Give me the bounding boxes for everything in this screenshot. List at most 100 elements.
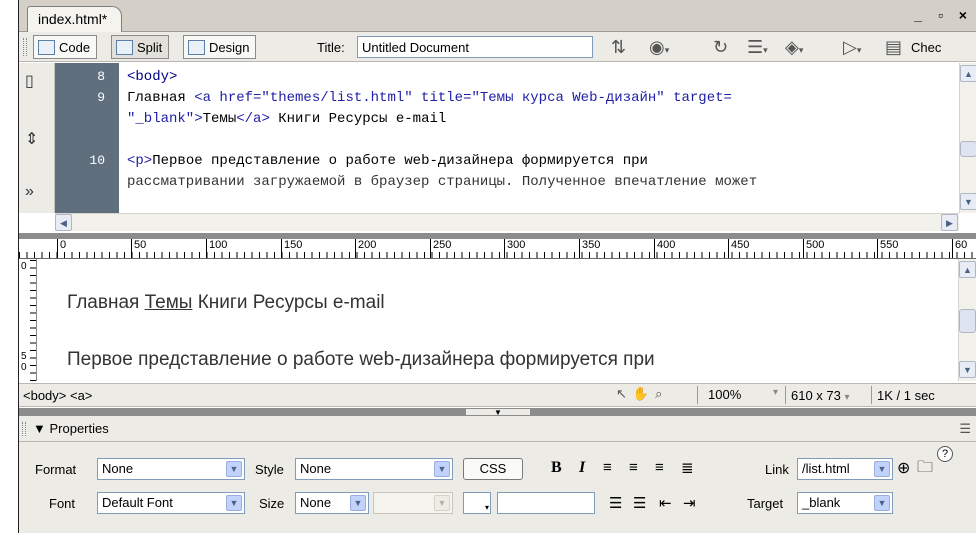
properties-panel: Format None ▼ Style None ▼ CSS B I ≡ ≡ ≡ ≣… <box>19 442 976 533</box>
paragraph-text: Первое представление о работе web-дизайн… <box>67 349 655 370</box>
design-view-pane[interactable]: Главная Темы Книги Ресурсы e-mail Первое… <box>37 259 957 381</box>
document-tab-label: index.html* <box>38 11 108 27</box>
italic-button[interactable]: I <box>579 459 585 477</box>
toolbar-grip[interactable] <box>23 38 27 56</box>
zoom-tool-icon[interactable]: ⌕ <box>655 386 662 402</box>
properties-header[interactable]: ▼ Properties ☰ <box>19 416 976 442</box>
view-options-icon[interactable]: ☰▾ <box>747 37 768 60</box>
panel-divider[interactable]: ▼ <box>19 408 976 417</box>
unordered-list-icon[interactable]: ☰ <box>609 494 622 512</box>
scroll-left-icon[interactable]: ◀ <box>55 214 72 231</box>
scroll-up-icon[interactable]: ▲ <box>959 261 976 278</box>
target-value: _blank <box>802 495 841 510</box>
code-line: рассматривании загружаемой в браузер стр… <box>127 174 758 190</box>
chevron-down-icon: ▾ <box>484 503 489 512</box>
chevron-down-icon: ▼ <box>874 461 890 477</box>
code-view-button[interactable]: Code <box>33 35 98 59</box>
preview-browser-icon[interactable]: ◉▾ <box>649 37 669 60</box>
tag-selector[interactable]: <body> <a> <box>23 388 92 403</box>
refresh-icon[interactable]: ↻ <box>713 37 728 57</box>
target-select[interactable]: _blank ▼ <box>797 492 893 514</box>
check-browser-icon[interactable]: ▤ <box>885 37 902 57</box>
help-icon[interactable]: ? <box>937 446 953 462</box>
align-left-icon[interactable]: ≡ <box>603 459 612 476</box>
target-label: Target <box>747 496 784 511</box>
file-management-icon[interactable]: ⇅ <box>611 37 626 57</box>
status-separator <box>697 386 698 404</box>
code-editor[interactable]: <body> Главная <a href="themes/list.html… <box>127 63 949 213</box>
code-vertical-scrollbar[interactable]: ▲ ▼ <box>959 63 976 213</box>
ruler-mark: 300 <box>504 239 525 258</box>
design-view-button[interactable]: Design <box>183 35 257 59</box>
style-select[interactable]: None ▼ <box>295 458 453 480</box>
select-tool-icon[interactable]: ↖ <box>616 386 627 402</box>
window-size[interactable]: 610 x 73 ▾ <box>791 388 850 403</box>
ruler-mark: 400 <box>654 239 675 258</box>
format-select[interactable]: None ▼ <box>97 458 245 480</box>
scroll-down-icon[interactable]: ▼ <box>960 193 976 210</box>
scroll-thumb[interactable] <box>959 309 976 333</box>
hand-tool-icon[interactable]: ✋ <box>633 386 649 402</box>
status-bar: <body> <a> ↖ ✋ ⌕ 100% ▾ 610 x 73 ▾ 1K / … <box>19 383 976 407</box>
code-line: "_blank">Темы</a> Книги Ресурсы e-mail <box>127 111 447 127</box>
code-horizontal-scrollbar[interactable]: ◀ ▶ <box>55 213 959 231</box>
document-title-input[interactable] <box>357 36 593 58</box>
options-menu-icon[interactable]: ☰ <box>959 421 971 437</box>
zoom-select[interactable]: 100% ▾ <box>703 385 783 405</box>
browse-folder-icon[interactable]: 🗀 <box>917 456 933 483</box>
ruler-mark: 0 <box>57 239 66 258</box>
ruler-mark: 550 <box>877 239 898 258</box>
link-input[interactable]: /list.html ▼ <box>797 458 893 480</box>
link-value: /list.html <box>802 461 850 476</box>
collapse-tag-icon[interactable]: ⇕ <box>25 129 38 149</box>
split-view-button[interactable]: Split <box>111 35 170 59</box>
ordered-list-icon[interactable]: ☰ <box>633 494 646 512</box>
properties-title: ▼ Properties <box>33 421 109 436</box>
line-number: 8 <box>97 69 105 84</box>
link-label: Link <box>765 462 789 477</box>
status-separator <box>785 386 786 404</box>
ruler-mark: 200 <box>355 239 376 258</box>
window-controls[interactable]: _ ▫ × <box>914 7 973 23</box>
nav-rest-text: Книги Ресурсы e-mail <box>197 292 385 313</box>
nav-themes-link[interactable]: Темы <box>145 292 193 313</box>
bold-button[interactable]: B <box>551 459 562 477</box>
size-units-select: ▼ <box>373 492 453 514</box>
font-select[interactable]: Default Font ▼ <box>97 492 245 514</box>
align-right-icon[interactable]: ≡ <box>655 459 664 476</box>
outdent-icon[interactable]: ⇤ <box>659 494 672 512</box>
scroll-right-icon[interactable]: ▶ <box>941 214 958 231</box>
text-color-input[interactable] <box>497 492 595 514</box>
align-center-icon[interactable]: ≡ <box>629 459 638 476</box>
chevron-down-icon: ▼ <box>350 495 366 511</box>
scroll-up-icon[interactable]: ▲ <box>960 65 976 82</box>
justify-icon[interactable]: ≣ <box>681 459 694 477</box>
status-separator <box>871 386 872 404</box>
ruler-mark: 250 <box>430 239 451 258</box>
text-color-swatch[interactable]: ▾ <box>463 492 491 514</box>
design-vertical-scrollbar[interactable]: ▲ ▼ <box>958 259 976 381</box>
visual-aids-icon[interactable]: ◈▾ <box>785 37 803 60</box>
style-label: Style <box>255 462 284 477</box>
size-select[interactable]: None ▼ <box>295 492 369 514</box>
point-to-file-icon[interactable]: ⊕ <box>897 458 910 478</box>
code-view-label: Code <box>59 39 91 55</box>
indent-icon[interactable]: ⇥ <box>683 494 696 512</box>
split-view-icon <box>116 39 133 55</box>
size-label: Size <box>259 496 285 511</box>
validate-markup-icon[interactable]: ▷▾ <box>843 37 861 60</box>
vertical-ruler-mark: 0 <box>21 261 27 272</box>
css-button[interactable]: CSS <box>463 458 523 480</box>
document-tab[interactable]: index.html* <box>27 6 123 32</box>
panel-grip[interactable] <box>22 422 26 436</box>
nav-home-text: Главная <box>67 292 140 313</box>
scroll-down-icon[interactable]: ▼ <box>959 361 976 378</box>
chevron-down-icon: ▼ <box>874 495 890 511</box>
collapse-arrow-icon[interactable]: ▼ <box>465 408 531 417</box>
check-browser-label[interactable]: Chec <box>911 40 941 55</box>
format-label: Format <box>35 462 77 477</box>
scroll-thumb[interactable] <box>960 141 976 157</box>
more-tools-icon[interactable]: » <box>25 183 34 201</box>
open-documents-icon[interactable]: ▯ <box>25 71 34 91</box>
style-value: None <box>300 461 332 476</box>
